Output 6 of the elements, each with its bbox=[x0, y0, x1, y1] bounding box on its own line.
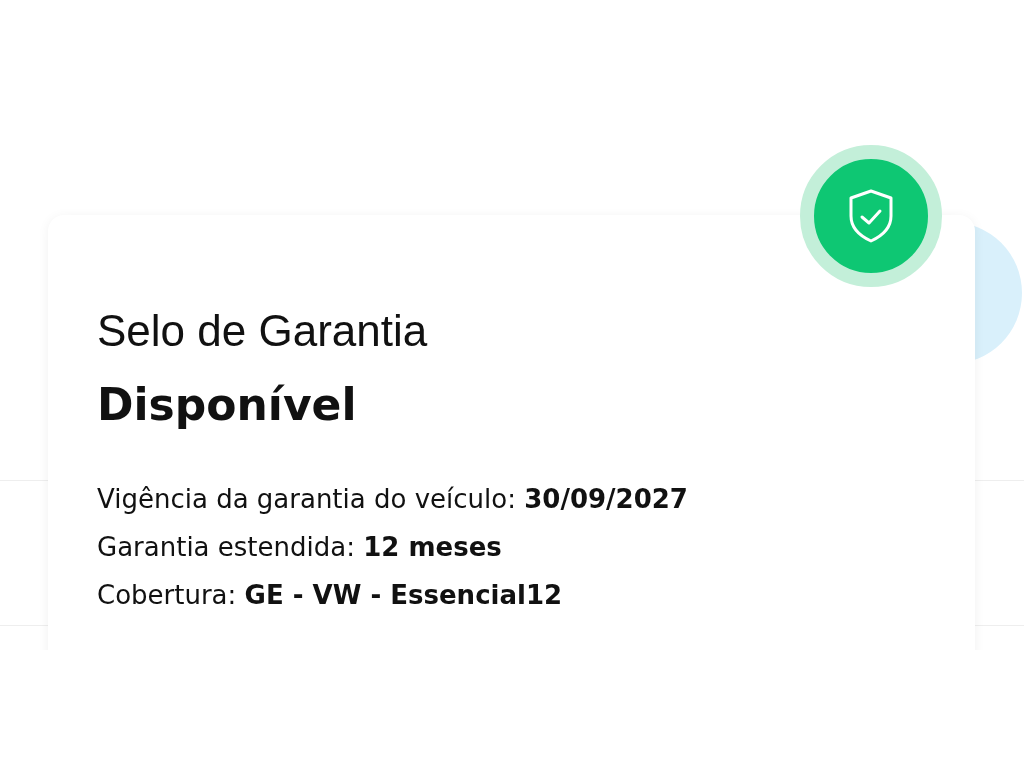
detail-text: Cobertura: GE - VW - Essencial12 bbox=[97, 579, 564, 612]
shield-check-icon bbox=[847, 188, 895, 244]
detail-text: Vigência da garantia do veículo: 30/09/2027 bbox=[97, 483, 689, 516]
card-title: Selo de Garantia bbox=[97, 305, 429, 357]
status-text: Disponível bbox=[97, 378, 358, 432]
detail-text: Garantia estendida: 12 meses bbox=[97, 531, 503, 564]
